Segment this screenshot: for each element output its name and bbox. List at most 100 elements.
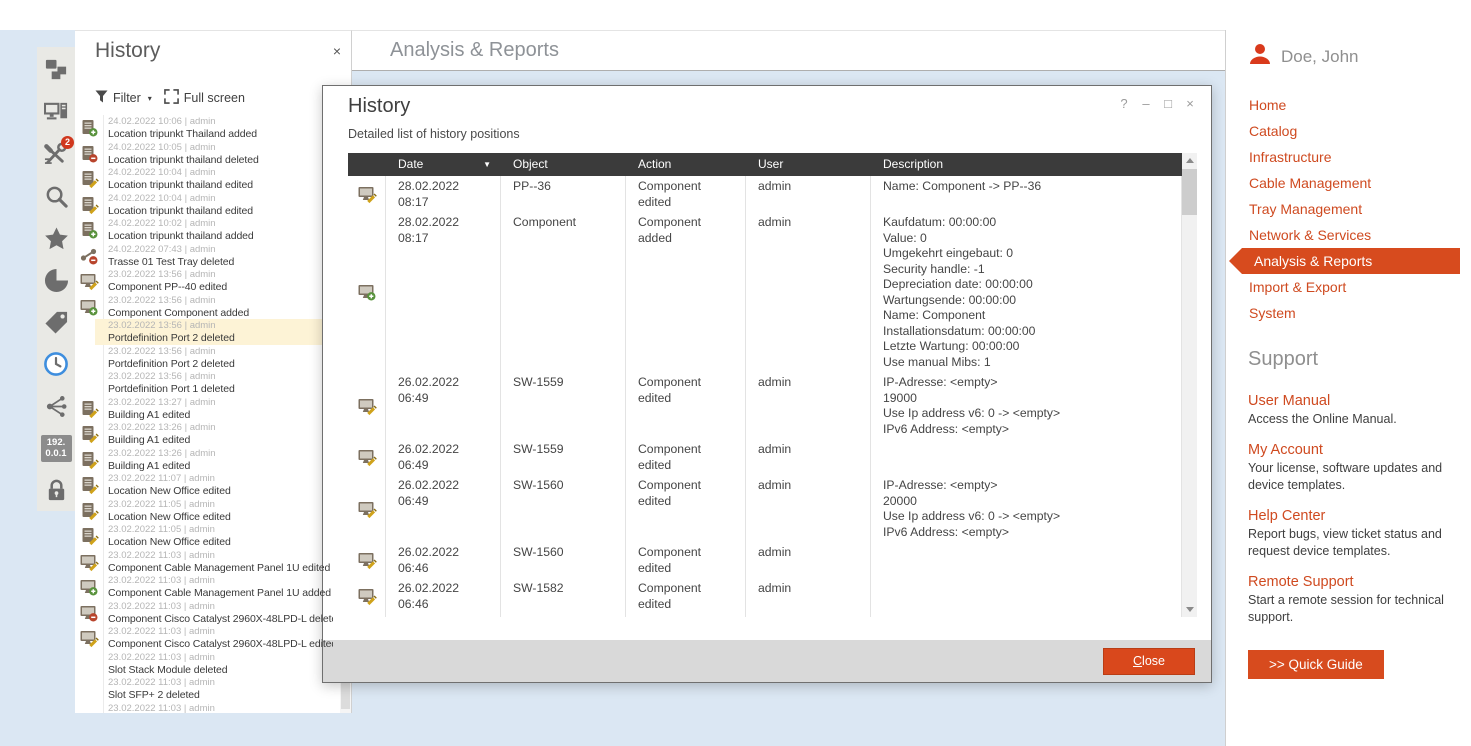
user-menu[interactable]: Doe, John	[1248, 42, 1359, 71]
close-button[interactable]: Close	[1103, 648, 1195, 675]
monitor-add-icon	[80, 298, 98, 316]
support-link-my-account: My AccountYour license, software updates…	[1248, 442, 1457, 494]
cell-action: Component edited	[626, 578, 746, 614]
history-list-item[interactable]: 23.02.2022 13:56 | adminPortdefinition P…	[75, 370, 337, 396]
history-list-item[interactable]: 23.02.2022 11:03 | adminComponent Cisco …	[75, 600, 337, 626]
tools-icon[interactable]: 2	[37, 133, 75, 175]
cell-action: Component edited	[626, 542, 746, 578]
history-item-timestamp: 23.02.2022 13:56 | admin	[108, 320, 333, 332]
table-row[interactable]: 28.02.2022 08:17ComponentComponent added…	[348, 212, 1182, 372]
fullscreen-button[interactable]: Full screen	[164, 89, 245, 107]
support-section: Support User Manual Access the Online Man…	[1248, 348, 1457, 679]
support-title: Support	[1248, 348, 1457, 371]
sidebar-item-analysis-reports[interactable]: Analysis & Reports	[1242, 248, 1460, 274]
table-row[interactable]: 26.02.2022 06:46SW-1582Component editeda…	[348, 614, 1182, 617]
table-row[interactable]: 28.02.2022 08:17PP--36Component editedad…	[348, 176, 1182, 212]
history-list-item[interactable]: 23.02.2022 13:27 | adminBuilding A1 edit…	[75, 396, 337, 422]
sidebar-item-infrastructure[interactable]: Infrastructure	[1226, 144, 1471, 170]
sidebar-item-system[interactable]: System	[1226, 300, 1471, 326]
cell-description	[871, 614, 1182, 617]
close-button[interactable]: ×	[1179, 95, 1201, 113]
history-list-item[interactable]: 23.02.2022 11:05 | adminLocation New Off…	[75, 523, 337, 549]
history-list-item[interactable]: 23.02.2022 13:56 | adminComponent PP--40…	[75, 268, 337, 294]
table-scrollbar[interactable]	[1182, 153, 1197, 617]
history-item-timestamp: 24.02.2022 10:02 | admin	[108, 218, 333, 230]
quick-guide-button[interactable]: >> Quick Guide	[1248, 650, 1384, 679]
table-row[interactable]: 26.02.2022 06:46SW-1582Component editeda…	[348, 578, 1182, 614]
history-list-item[interactable]: 23.02.2022 11:07 | adminLocation New Off…	[75, 472, 337, 498]
support-link-title[interactable]: My Account	[1248, 442, 1457, 458]
topology-icon[interactable]	[37, 49, 75, 91]
fullscreen-label: Full screen	[184, 91, 245, 105]
history-list-item[interactable]: 24.02.2022 10:04 | adminLocation tripunk…	[75, 166, 337, 192]
history-list-item[interactable]: 24.02.2022 10:02 | adminLocation tripunk…	[75, 217, 337, 243]
cell-user: admin	[746, 439, 871, 475]
column-header-description[interactable]: Description	[871, 153, 1182, 176]
history-list-item[interactable]: 24.02.2022 07:43 | adminTrasse 01 Test T…	[75, 243, 337, 269]
column-header-object[interactable]: Object	[501, 153, 626, 176]
sidebar-item-import-export[interactable]: Import & Export	[1226, 274, 1471, 300]
history-item-timestamp: 24.02.2022 10:04 | admin	[108, 193, 333, 205]
pie-chart-icon[interactable]	[37, 259, 75, 301]
sidebar-item-catalog[interactable]: Catalog	[1226, 118, 1471, 144]
cell-date: 26.02.2022 06:49	[386, 475, 501, 542]
history-list-item[interactable]: 23.02.2022 11:03 | adminComponent Cable …	[75, 549, 337, 575]
minimize-button[interactable]: –	[1135, 95, 1157, 113]
sort-desc-icon: ▼	[483, 153, 491, 176]
sidebar-item-network-services[interactable]: Network & Services	[1226, 222, 1471, 248]
lock-icon[interactable]	[37, 469, 75, 511]
history-list-item[interactable]: 23.02.2022 13:56 | adminPortdefinition P…	[75, 319, 337, 345]
cell-action: Component edited	[626, 176, 746, 212]
table-row[interactable]: 26.02.2022 06:49SW-1559Component editeda…	[348, 372, 1182, 439]
scroll-up-icon[interactable]	[1186, 158, 1194, 163]
support-link-title[interactable]: Remote Support	[1248, 574, 1457, 590]
column-header-icon[interactable]	[348, 153, 386, 176]
ip-address-icon[interactable]: 192.0.0.1	[37, 427, 75, 469]
history-item-text: Building A1 edited	[108, 409, 333, 421]
sidebar-item-cable-management[interactable]: Cable Management	[1226, 170, 1471, 196]
cell-description: IP-Adresse: <empty> 19000 Use Ip address…	[871, 372, 1182, 439]
workstation-icon[interactable]	[37, 91, 75, 133]
history-list-item[interactable]: 23.02.2022 11:03 | adminComponent Cisco …	[75, 625, 337, 651]
chevron-down-icon: ▾	[148, 94, 152, 103]
search-icon[interactable]	[37, 175, 75, 217]
help-button[interactable]: ?	[1113, 95, 1135, 113]
favorites-icon[interactable]	[37, 217, 75, 259]
sidebar-item-tray-management[interactable]: Tray Management	[1226, 196, 1471, 222]
cell-user: admin	[746, 475, 871, 542]
history-list-item[interactable]: 23.02.2022 11:03 | adminComponent Cable …	[75, 574, 337, 600]
history-list-item[interactable]: 23.02.2022 11:05 | adminLocation New Off…	[75, 498, 337, 524]
support-link-title[interactable]: User Manual	[1248, 393, 1457, 409]
table-row[interactable]: 26.02.2022 06:49SW-1560Component editeda…	[348, 475, 1182, 542]
column-header-date[interactable]: Date▼	[386, 153, 501, 176]
history-list-item[interactable]: 23.02.2022 11:03 | adminSlot SFP+ 2 dele…	[75, 676, 337, 702]
history-list-item[interactable]: 23.02.2022 13:56 | adminComponent Compon…	[75, 294, 337, 320]
support-link-desc: Access the Online Manual.	[1248, 411, 1457, 428]
history-list-item[interactable]: 23.02.2022 11:03 | adminSlot Stack Modul…	[75, 651, 337, 677]
support-link-title[interactable]: Help Center	[1248, 508, 1457, 524]
history-list-item[interactable]: 24.02.2022 10:04 | adminLocation tripunk…	[75, 192, 337, 218]
filter-button[interactable]: Filter ▾	[95, 90, 152, 106]
history-icon[interactable]	[37, 343, 75, 385]
scroll-down-icon[interactable]	[1186, 607, 1194, 612]
history-list-item[interactable]: 24.02.2022 10:05 | adminLocation tripunk…	[75, 141, 337, 167]
column-header-action[interactable]: Action	[626, 153, 746, 176]
history-list-item[interactable]: 23.02.2022 13:26 | adminBuilding A1 edit…	[75, 421, 337, 447]
maximize-button[interactable]: □	[1157, 95, 1179, 113]
doc-edit-icon	[80, 451, 98, 469]
history-list-item[interactable]: 24.02.2022 10:06 | adminLocation tripunk…	[75, 115, 337, 141]
tag-icon[interactable]	[37, 301, 75, 343]
history-list-item[interactable]: 23.02.2022 13:56 | adminPortdefinition P…	[75, 345, 337, 371]
history-list-item[interactable]: 23.02.2022 11:03 | admin	[75, 702, 337, 714]
dialog-subtitle: Detailed list of history positions	[348, 127, 520, 141]
dialog-title: History	[348, 95, 410, 118]
sidebar-item-home[interactable]: Home	[1226, 92, 1471, 118]
column-header-user[interactable]: User	[746, 153, 871, 176]
history-list-item[interactable]: 23.02.2022 13:26 | adminBuilding A1 edit…	[75, 447, 337, 473]
network-icon[interactable]	[37, 385, 75, 427]
table-body: 28.02.2022 08:17PP--36Component editedad…	[348, 176, 1182, 617]
scrollbar-thumb[interactable]	[1182, 169, 1197, 215]
table-row[interactable]: 26.02.2022 06:49SW-1559Component editeda…	[348, 439, 1182, 475]
close-panel-icon[interactable]: ×	[327, 43, 347, 59]
table-row[interactable]: 26.02.2022 06:46SW-1560Component editeda…	[348, 542, 1182, 578]
